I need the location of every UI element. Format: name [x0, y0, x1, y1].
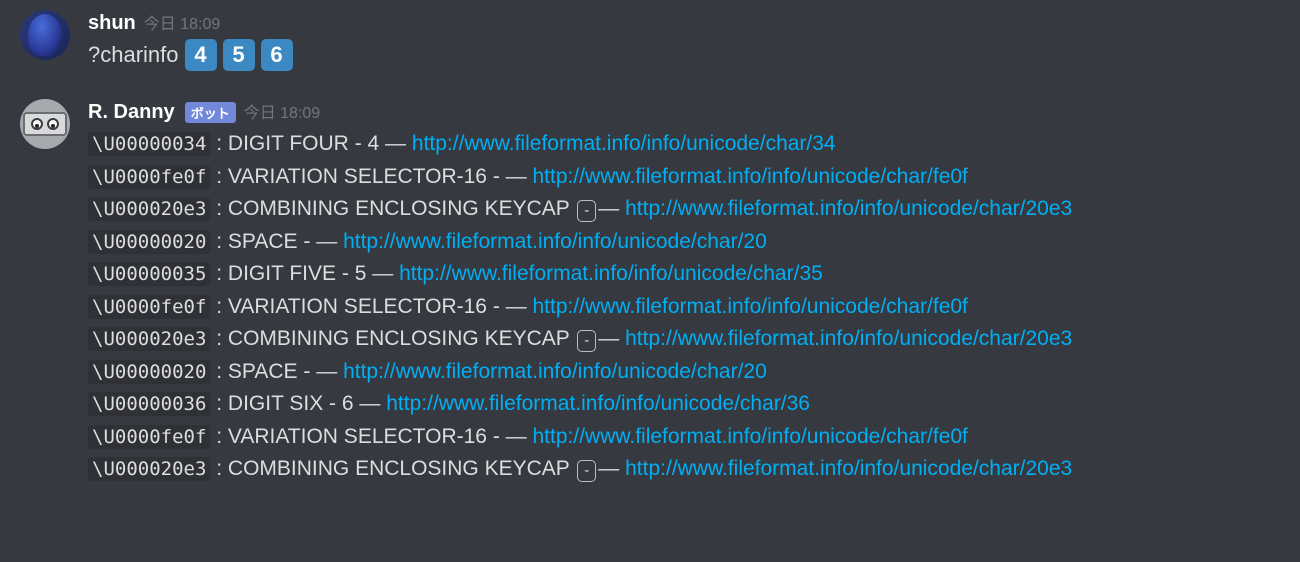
charinfo-line: \U000020e3 : COMBINING ENCLOSING KEYCAP …: [88, 453, 1280, 486]
codepoint: \U000020e3: [88, 327, 210, 351]
codepoint: \U0000fe0f: [88, 425, 210, 449]
charinfo-line: \U00000020 : SPACE - — http://www.filefo…: [88, 226, 1280, 259]
boxed-glyph: -: [577, 200, 596, 222]
message-header: shun 今日 18:09: [88, 10, 1280, 35]
avatar[interactable]: [20, 10, 70, 60]
charinfo-output: \U00000034 : DIGIT FOUR - 4 — http://www…: [88, 128, 1280, 486]
boxed-glyph: -: [577, 330, 596, 352]
codepoint: \U0000fe0f: [88, 295, 210, 319]
message-header: R. Danny ボット 今日 18:09: [88, 99, 1280, 124]
command-text: ?charinfo: [88, 40, 179, 71]
charinfo-line: \U000020e3 : COMBINING ENCLOSING KEYCAP …: [88, 323, 1280, 356]
charinfo-line: \U0000fe0f : VARIATION SELECTOR-16 - — h…: [88, 291, 1280, 324]
message-content: shun 今日 18:09 ?charinfo 4 5 6: [88, 10, 1280, 71]
char-link[interactable]: http://www.fileformat.info/info/unicode/…: [533, 165, 968, 188]
char-link[interactable]: http://www.fileformat.info/info/unicode/…: [343, 360, 767, 383]
char-link[interactable]: http://www.fileformat.info/info/unicode/…: [412, 132, 836, 155]
boxed-glyph: -: [577, 460, 596, 482]
char-name: DIGIT FOUR: [228, 132, 349, 155]
timestamp: 今日 18:09: [244, 99, 321, 123]
charinfo-line: \U0000fe0f : VARIATION SELECTOR-16 - — h…: [88, 421, 1280, 454]
charinfo-line: \U00000034 : DIGIT FOUR - 4 — http://www…: [88, 128, 1280, 161]
char-link[interactable]: http://www.fileformat.info/info/unicode/…: [533, 425, 968, 448]
char-name: SPACE: [228, 230, 298, 253]
glyph: 4: [368, 132, 380, 155]
codepoint: \U000020e3: [88, 457, 210, 481]
glyph: 5: [355, 262, 367, 285]
codepoint: \U00000036: [88, 392, 210, 416]
char-name: VARIATION SELECTOR-16: [228, 425, 487, 448]
char-link[interactable]: http://www.fileformat.info/info/unicode/…: [399, 262, 823, 285]
char-link[interactable]: http://www.fileformat.info/info/unicode/…: [625, 457, 1072, 480]
char-name: VARIATION SELECTOR-16: [228, 165, 487, 188]
codepoint: \U000020e3: [88, 197, 210, 221]
message: R. Danny ボット 今日 18:09 \U00000034 : DIGIT…: [0, 89, 1300, 486]
message-content: R. Danny ボット 今日 18:09 \U00000034 : DIGIT…: [88, 99, 1280, 486]
keycap-emoji: 6: [261, 39, 293, 71]
char-link[interactable]: http://www.fileformat.info/info/unicode/…: [386, 392, 810, 415]
bot-face-icon: [23, 112, 67, 136]
char-link[interactable]: http://www.fileformat.info/info/unicode/…: [625, 197, 1072, 220]
codepoint: \U00000034: [88, 132, 210, 156]
char-name: COMBINING ENCLOSING KEYCAP: [228, 197, 570, 220]
char-name: VARIATION SELECTOR-16: [228, 295, 487, 318]
char-name: DIGIT SIX: [228, 392, 323, 415]
username[interactable]: shun: [88, 12, 136, 35]
charinfo-line: \U00000035 : DIGIT FIVE - 5 — http://www…: [88, 258, 1280, 291]
codepoint: \U0000fe0f: [88, 165, 210, 189]
glyph: 6: [342, 392, 354, 415]
timestamp: 今日 18:09: [144, 10, 221, 34]
codepoint: \U00000035: [88, 262, 210, 286]
char-name: SPACE: [228, 360, 298, 383]
codepoint: \U00000020: [88, 360, 210, 384]
bot-tag: ボット: [185, 102, 236, 123]
char-link[interactable]: http://www.fileformat.info/info/unicode/…: [625, 327, 1072, 350]
username[interactable]: R. Danny: [88, 101, 175, 124]
keycap-emoji: 4: [185, 39, 217, 71]
charinfo-line: \U00000020 : SPACE - — http://www.filefo…: [88, 356, 1280, 389]
char-name: COMBINING ENCLOSING KEYCAP: [228, 457, 570, 480]
charinfo-line: \U000020e3 : COMBINING ENCLOSING KEYCAP …: [88, 193, 1280, 226]
char-name: DIGIT FIVE: [228, 262, 336, 285]
codepoint: \U00000020: [88, 230, 210, 254]
charinfo-line: \U0000fe0f : VARIATION SELECTOR-16 - — h…: [88, 161, 1280, 194]
charinfo-line: \U00000036 : DIGIT SIX - 6 — http://www.…: [88, 388, 1280, 421]
keycap-emoji: 5: [223, 39, 255, 71]
char-link[interactable]: http://www.fileformat.info/info/unicode/…: [533, 295, 968, 318]
message: shun 今日 18:09 ?charinfo 4 5 6: [0, 0, 1300, 71]
char-link[interactable]: http://www.fileformat.info/info/unicode/…: [343, 230, 767, 253]
avatar[interactable]: [20, 99, 70, 149]
message-body: ?charinfo 4 5 6: [88, 39, 1280, 71]
char-name: COMBINING ENCLOSING KEYCAP: [228, 327, 570, 350]
